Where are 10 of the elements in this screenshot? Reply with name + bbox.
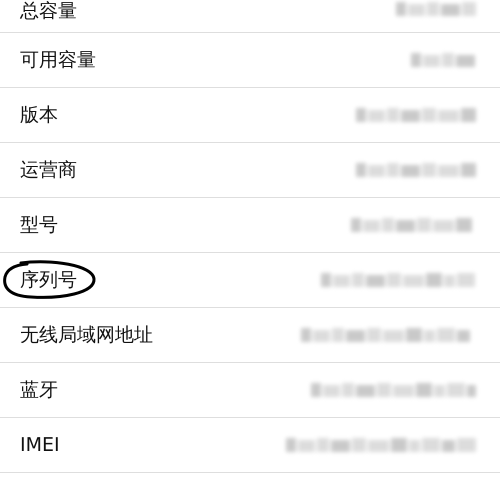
row-label: 无线局域网地址	[20, 324, 153, 346]
row-label: 运营商	[20, 158, 77, 182]
blurred-value	[411, 51, 476, 69]
row-label: 型号	[20, 214, 58, 236]
row-label: 可用容量	[20, 48, 96, 72]
row-label: 总容量	[20, 0, 77, 23]
row-label: 蓝牙	[20, 378, 58, 402]
row-label: 版本	[20, 104, 58, 126]
row-label: 序列号	[20, 268, 77, 292]
row-label: IMEI	[20, 434, 60, 456]
